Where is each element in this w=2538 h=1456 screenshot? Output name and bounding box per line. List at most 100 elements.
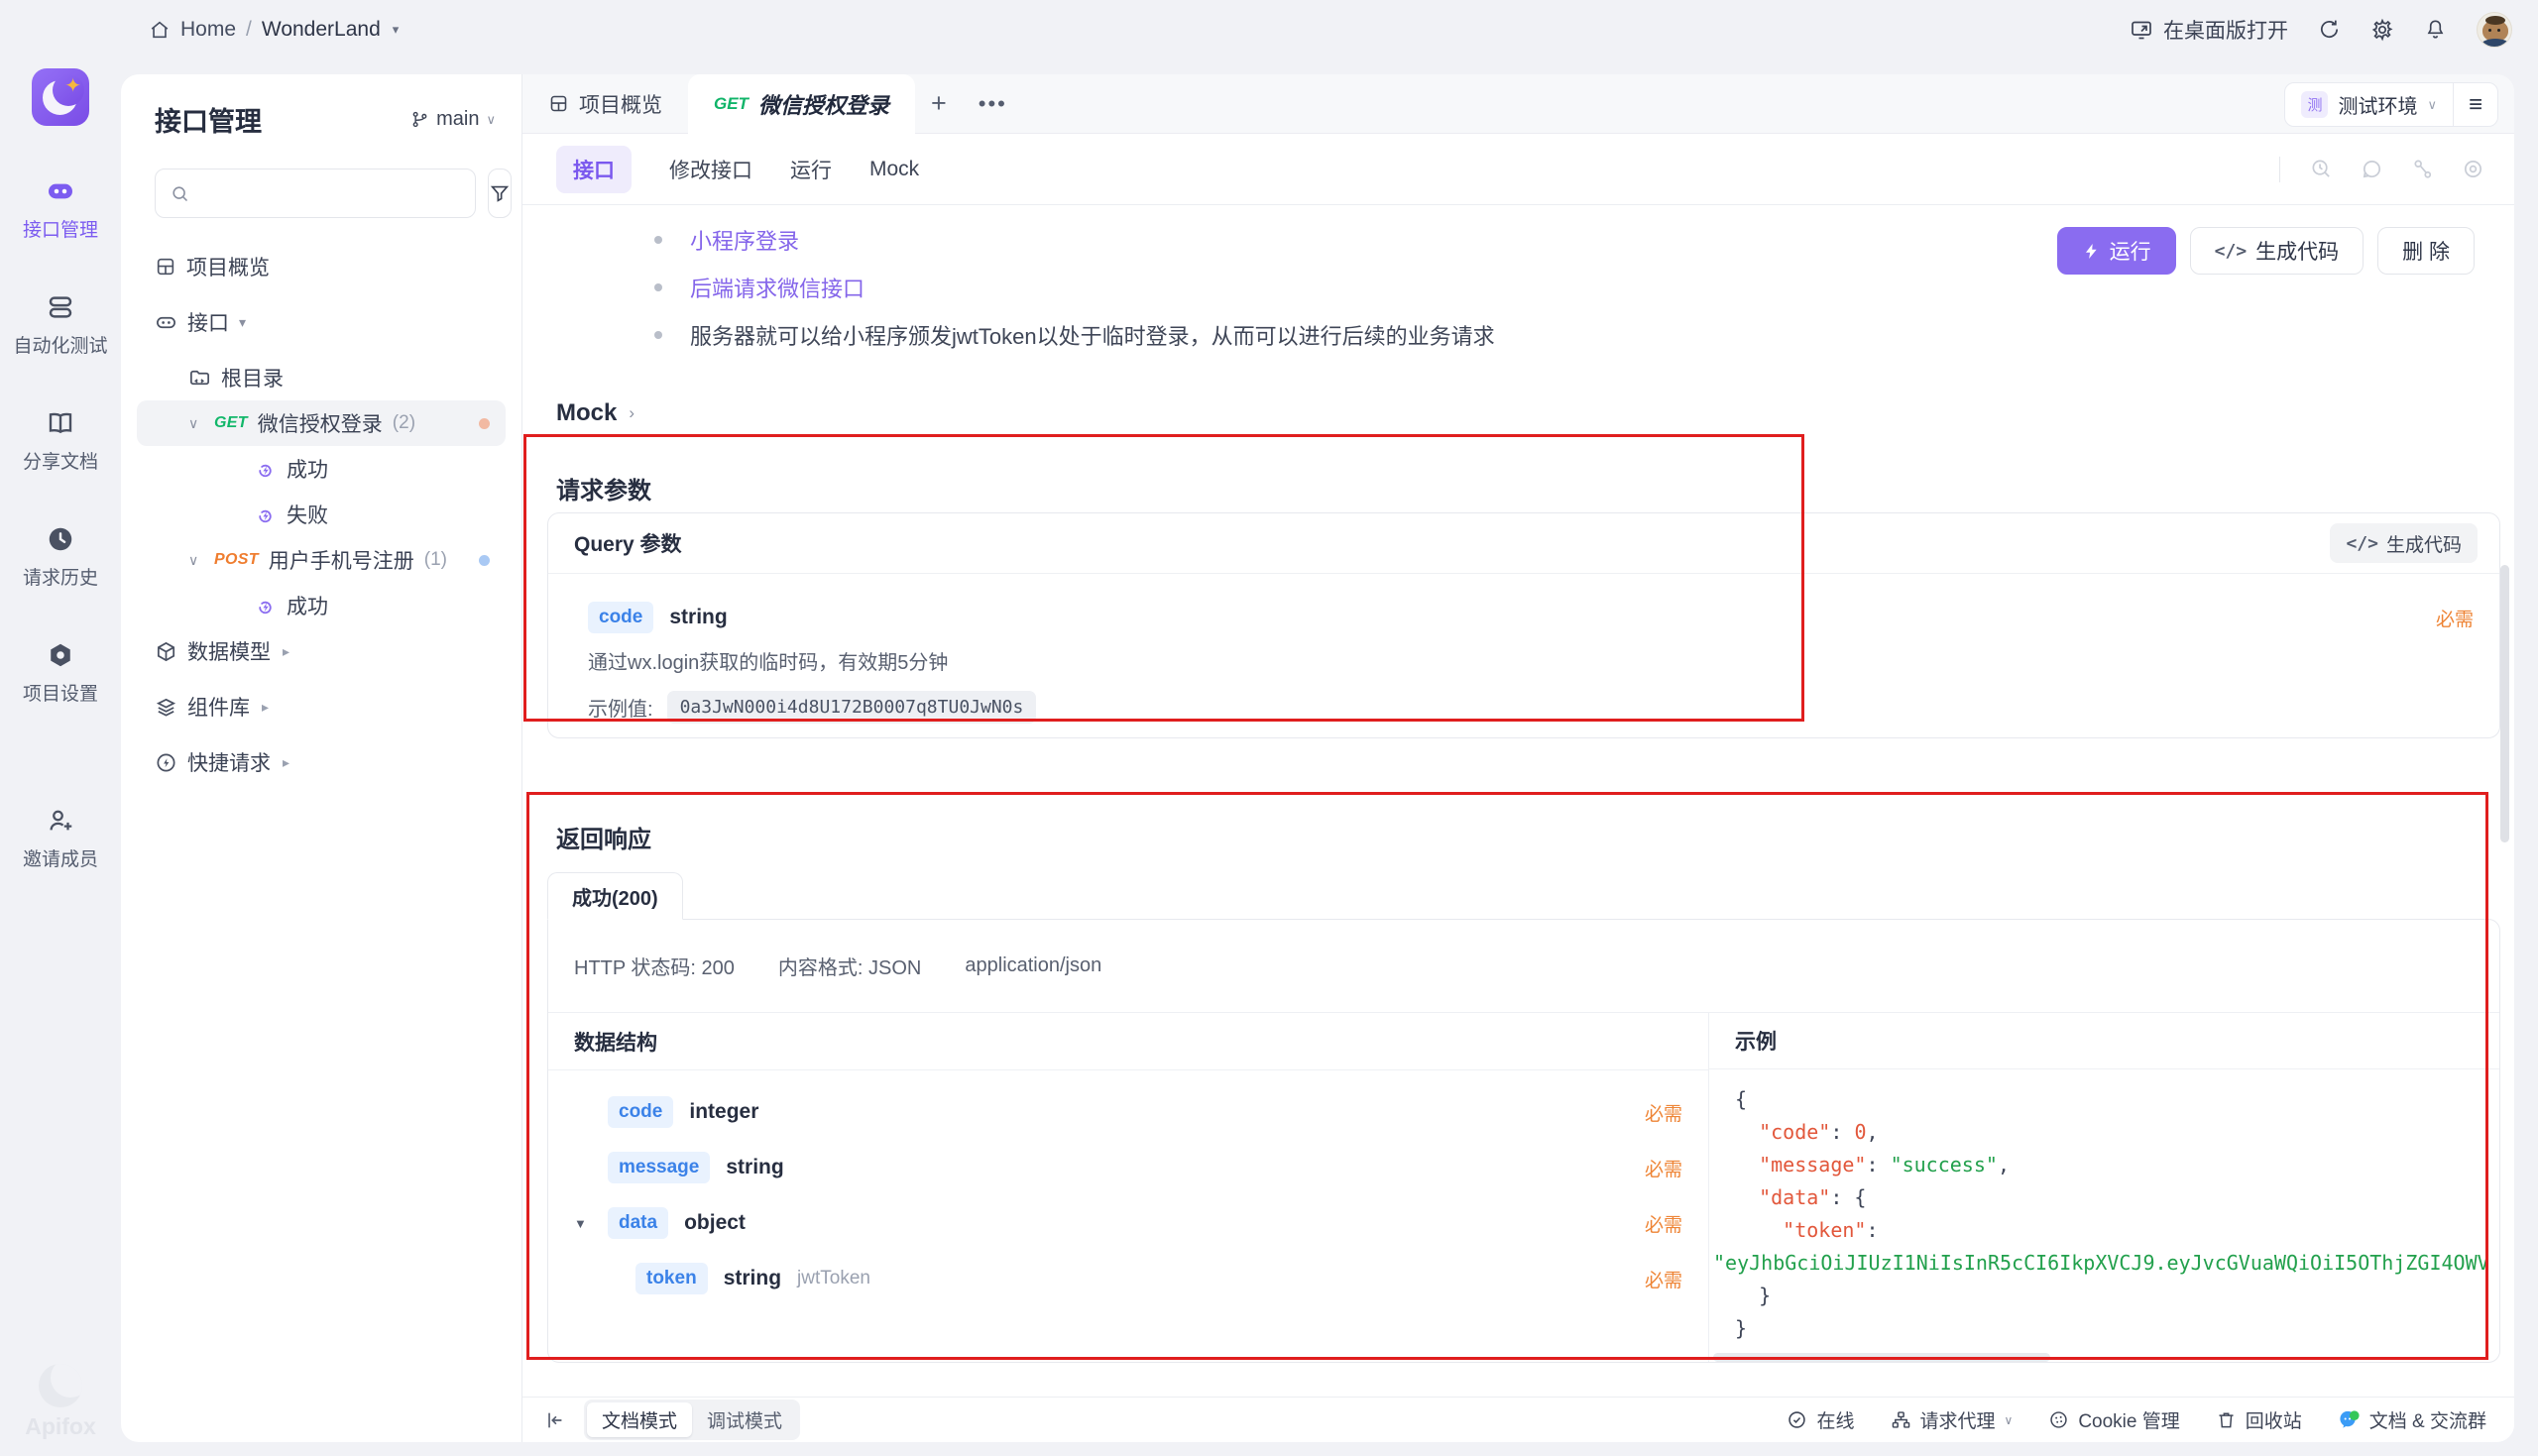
method-badge: POST: [214, 551, 259, 569]
tree-item-7[interactable]: 成功: [137, 583, 506, 628]
gear-icon[interactable]: [2370, 18, 2394, 42]
rail-item-label: 项目设置: [23, 679, 98, 706]
environment-selector[interactable]: 测 测试环境 ∨: [2285, 90, 2453, 119]
rail-item-label: 自动化测试: [13, 331, 107, 358]
debug-mode-option[interactable]: 调试模式: [692, 1402, 797, 1437]
tree-item-9[interactable]: 组件库▸: [137, 684, 506, 729]
branch-selector[interactable]: main ∨: [410, 108, 496, 131]
doc-link-0[interactable]: 小程序登录: [654, 216, 1495, 264]
tree-item-get-3[interactable]: ∨GET微信授权登录(2): [137, 400, 506, 446]
tab-project-overview[interactable]: 项目概览: [522, 74, 688, 133]
mime-type: application/json: [965, 954, 1101, 977]
horizontal-scrollbar[interactable]: [1713, 1353, 2050, 1362]
desktop-icon: [2130, 18, 2153, 42]
environment-label: 测试环境: [2338, 90, 2417, 119]
bottombar-item-0[interactable]: 在线: [1787, 1406, 1854, 1433]
caret-right-icon[interactable]: ▸: [283, 643, 289, 660]
tree-item-10[interactable]: 快捷请求▸: [137, 739, 506, 785]
rail-item-3[interactable]: 请求历史: [13, 523, 107, 590]
tree-item-post-6[interactable]: ∨POST用户手机号注册(1): [137, 537, 506, 583]
bottombar-item-2[interactable]: Cookie 管理: [2048, 1406, 2179, 1433]
field-type: string: [726, 1156, 783, 1179]
search-input[interactable]: [155, 168, 476, 218]
caret-down-icon: ∨: [2005, 1413, 2014, 1427]
share-tool-icon[interactable]: [2411, 158, 2434, 180]
subtab-3[interactable]: Mock: [869, 158, 919, 181]
field-note: jwtToken: [797, 1268, 870, 1289]
generate-code-button[interactable]: </> 生成代码: [2190, 227, 2365, 275]
tree-item-2[interactable]: 根目录: [137, 355, 506, 400]
bottombar-item-label: 在线: [1816, 1406, 1854, 1433]
project-caret-icon[interactable]: ▾: [393, 22, 400, 38]
tree-item-1[interactable]: 接口 ▾: [137, 299, 506, 345]
subtab-1[interactable]: 修改接口: [669, 155, 752, 184]
rail-item-2[interactable]: 分享文档: [13, 407, 107, 474]
main-area: 项目概览 GET 微信授权登录 + ••• 测 测试环境 ∨ ≡ 接口修改接口运…: [522, 74, 2514, 1442]
schema-column: 数据结构 codeinteger必需messagestring必需▼dataob…: [548, 1013, 1709, 1362]
schema-field-token: tokenstringjwtToken必需: [574, 1251, 1682, 1306]
subtab-2[interactable]: 运行: [790, 155, 832, 184]
doc-link-1[interactable]: 后端请求微信接口: [654, 264, 1495, 311]
schema-field-code: codeinteger必需: [574, 1084, 1682, 1140]
response-section-title: 返回响应: [556, 820, 651, 854]
method-badge: GET: [214, 414, 248, 432]
delete-button[interactable]: 删 除: [2377, 227, 2475, 275]
field-type: object: [684, 1211, 746, 1235]
breadcrumb-project[interactable]: WonderLand: [262, 18, 381, 42]
breadcrumb-home[interactable]: Home: [180, 18, 236, 42]
rail-item-4[interactable]: 项目设置: [13, 639, 107, 706]
bottombar-item-label: Cookie 管理: [2078, 1406, 2179, 1433]
status-dot: [479, 418, 490, 429]
tab-project-overview-label: 项目概览: [579, 89, 662, 119]
caret-down-icon[interactable]: ▾: [239, 314, 255, 331]
branch-caret-icon: ∨: [486, 112, 496, 128]
filter-button[interactable]: [488, 168, 512, 218]
rail-item-0[interactable]: 接口管理: [13, 175, 107, 242]
mock-section-header[interactable]: Mock ›: [556, 399, 634, 427]
open-in-desktop-button[interactable]: 在桌面版打开: [2130, 15, 2288, 45]
api-manage-icon: [45, 175, 76, 207]
doc-mode-option[interactable]: 文档模式: [587, 1402, 692, 1437]
example-value[interactable]: 0a3JwN000i4d8U172B0007q8TU0JwN0s: [667, 691, 1037, 724]
vertical-scrollbar[interactable]: [2500, 565, 2509, 842]
http-status-value: 200: [702, 957, 735, 979]
layout-menu-button[interactable]: ≡: [2454, 91, 2497, 119]
tree-item-8[interactable]: 数据模型▸: [137, 628, 506, 674]
status-dot: [479, 555, 490, 566]
response-tab-success[interactable]: 成功(200): [547, 872, 683, 920]
collapse-sidebar-icon[interactable]: [544, 1409, 566, 1431]
run-button[interactable]: 运行: [2057, 227, 2176, 275]
caret-right-icon[interactable]: ▸: [283, 754, 289, 771]
rail-item-1[interactable]: 自动化测试: [13, 291, 107, 358]
avatar[interactable]: [2477, 12, 2512, 48]
run-button-label: 运行: [2110, 236, 2151, 266]
subtab-0[interactable]: 接口: [556, 146, 632, 193]
new-tab-button[interactable]: +: [915, 88, 963, 119]
expand-toggle-icon[interactable]: ▼: [574, 1216, 592, 1231]
mock-case-icon: [254, 595, 277, 617]
apifox-logo[interactable]: ✦: [32, 68, 89, 126]
bell-icon[interactable]: [2424, 18, 2447, 41]
field-type: string: [724, 1267, 781, 1290]
overview-icon: [155, 256, 176, 278]
bottombar-item-label: 回收站: [2246, 1406, 2302, 1433]
comment-tool-icon[interactable]: [2361, 158, 2383, 180]
tab-overflow-button[interactable]: •••: [963, 91, 1023, 117]
tree-item-label: 接口: [187, 307, 229, 337]
bottombar-item-1[interactable]: 请求代理∨: [1891, 1406, 2014, 1433]
history-tool-icon[interactable]: [2310, 158, 2333, 180]
tree-item-0[interactable]: 项目概览: [137, 244, 506, 289]
param-description: 通过wx.login获取的临时码，有效期5分钟: [588, 646, 2474, 675]
bottombar-item-4[interactable]: 文档 & 交流群: [2338, 1406, 2486, 1433]
chevron-down-icon[interactable]: ∨: [188, 415, 204, 432]
refresh-icon[interactable]: [2318, 18, 2341, 41]
tab-active-api[interactable]: GET 微信授权登录: [688, 74, 915, 134]
caret-right-icon[interactable]: ▸: [262, 699, 269, 716]
tree-item-4[interactable]: 成功: [137, 446, 506, 492]
tree-item-5[interactable]: 失败: [137, 492, 506, 537]
target-tool-icon[interactable]: [2462, 158, 2484, 180]
query-generate-code-button[interactable]: </> 生成代码: [2330, 523, 2478, 563]
bottombar-item-3[interactable]: 回收站: [2216, 1406, 2302, 1433]
invite-member-button[interactable]: 邀请成员: [23, 805, 98, 871]
chevron-down-icon[interactable]: ∨: [188, 552, 204, 569]
